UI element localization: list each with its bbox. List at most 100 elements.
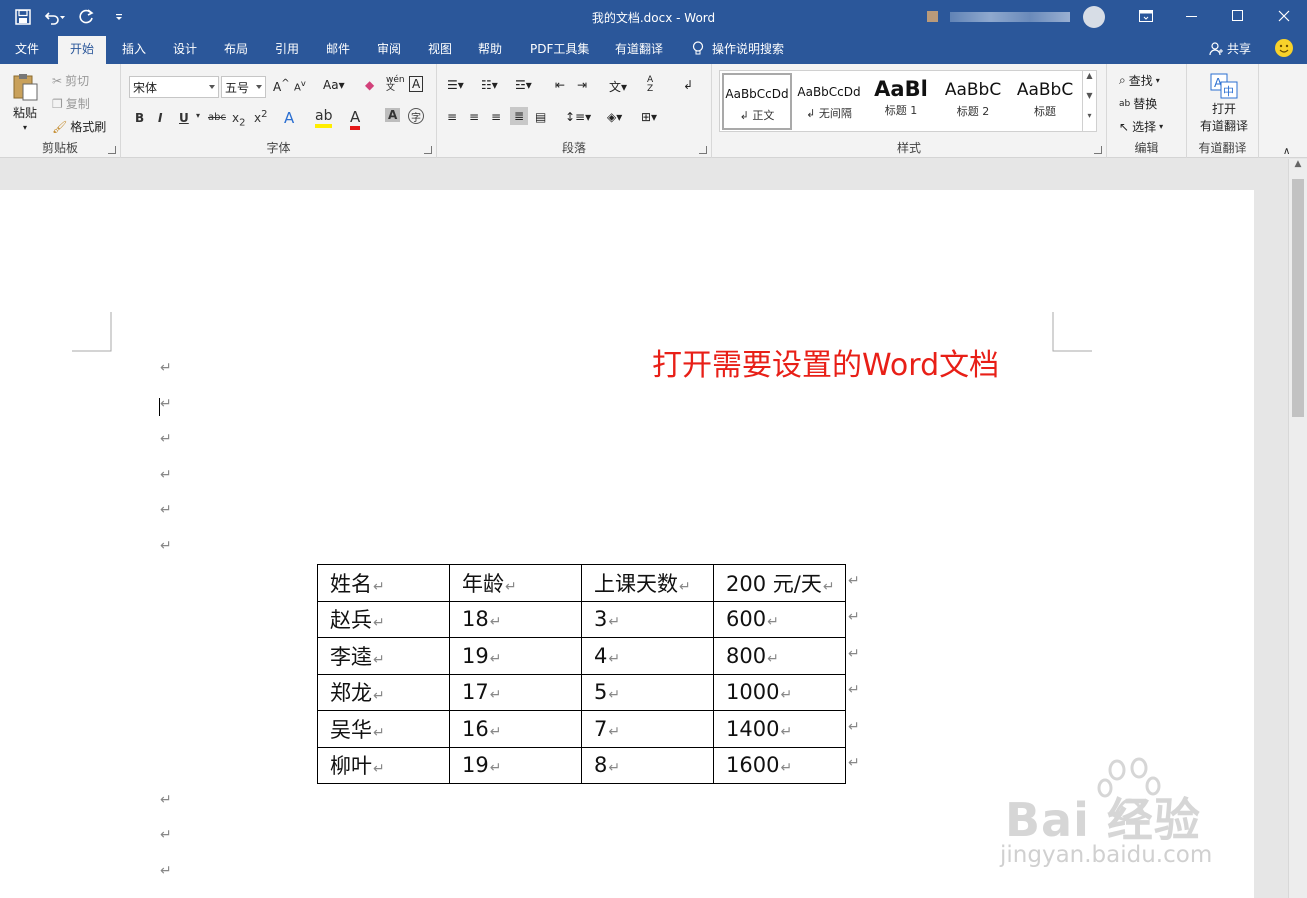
align-left-button[interactable]: ≡ bbox=[447, 110, 457, 124]
undo-icon[interactable] bbox=[44, 6, 66, 28]
ribbon-display-options-icon[interactable] bbox=[1123, 0, 1169, 32]
character-shading-button[interactable]: A bbox=[385, 108, 401, 122]
tell-me-search[interactable]: 操作说明搜索 bbox=[692, 40, 784, 57]
bold-button[interactable]: B bbox=[135, 111, 144, 125]
align-center-button[interactable]: ≡ bbox=[469, 110, 479, 124]
font-name-select[interactable]: 宋体 bbox=[129, 76, 219, 98]
phonetic-guide-button[interactable]: wén 文 bbox=[386, 76, 405, 93]
account-area[interactable] bbox=[925, 6, 1110, 28]
collapse-ribbon-icon[interactable]: ∧ bbox=[1283, 146, 1290, 157]
table-cell[interactable]: 16↵ bbox=[449, 710, 582, 748]
format-painter-button[interactable]: 🖌 格式刷 bbox=[52, 118, 106, 135]
feedback-smiley-icon[interactable] bbox=[1275, 39, 1293, 57]
vertical-scrollbar[interactable]: ▲ bbox=[1288, 159, 1307, 898]
table-cell[interactable]: 3↵ bbox=[581, 600, 714, 638]
maximize-icon[interactable] bbox=[1215, 0, 1261, 32]
customize-qat-icon[interactable] bbox=[108, 6, 130, 28]
increase-indent-button[interactable]: ⇥ bbox=[577, 78, 587, 92]
tab-file[interactable]: 文件 bbox=[15, 40, 39, 57]
shading-button[interactable]: ◈▾ bbox=[607, 110, 622, 124]
tab-review[interactable]: 审阅 bbox=[377, 40, 401, 57]
paragraph-launcher-icon[interactable] bbox=[699, 146, 707, 154]
table-cell[interactable]: 7↵ bbox=[581, 710, 714, 748]
enclose-characters-button[interactable]: 字 bbox=[408, 108, 424, 124]
multilevel-list-button[interactable]: ☲▾ bbox=[515, 78, 532, 92]
tab-pdf-tools[interactable]: PDF工具集 bbox=[530, 40, 589, 57]
highlight-button[interactable]: ab bbox=[315, 108, 333, 128]
tab-design[interactable]: 设计 bbox=[173, 40, 197, 57]
clipboard-launcher-icon[interactable] bbox=[108, 146, 116, 154]
underline-button[interactable]: U bbox=[179, 111, 189, 125]
open-youdao-button[interactable]: A中 打开 有道翻译 bbox=[1195, 72, 1253, 134]
style-no-spacing[interactable]: AaBbCcDd ↲ 无间隔 bbox=[794, 73, 864, 130]
borders-button[interactable]: ⊞▾ bbox=[641, 110, 657, 124]
table-cell[interactable]: 800↵ bbox=[713, 637, 846, 675]
replace-button[interactable]: ab 替换 bbox=[1119, 95, 1157, 112]
tab-layout[interactable]: 布局 bbox=[224, 40, 248, 57]
style-title[interactable]: AaBbC 标题 bbox=[1010, 73, 1080, 130]
table-cell[interactable]: 吴华↵ bbox=[317, 710, 450, 748]
table-cell[interactable]: 郑龙↵ bbox=[317, 673, 450, 711]
tab-youdao-translate[interactable]: 有道翻译 bbox=[615, 40, 663, 57]
tab-insert[interactable]: 插入 bbox=[122, 40, 146, 57]
change-case-button[interactable]: Aa▾ bbox=[323, 78, 345, 92]
distributed-button[interactable]: ▤ bbox=[535, 110, 546, 124]
share-button[interactable]: 共享 bbox=[1209, 40, 1251, 57]
table-cell[interactable]: 4↵ bbox=[581, 637, 714, 675]
table-cell[interactable]: 1400↵ bbox=[713, 710, 846, 748]
font-size-select[interactable]: 五号 bbox=[221, 76, 266, 98]
tab-view[interactable]: 视图 bbox=[428, 40, 452, 57]
font-color-button[interactable]: A bbox=[350, 108, 361, 130]
scrollbar-thumb[interactable] bbox=[1292, 179, 1304, 417]
clear-format-button[interactable]: ◆ bbox=[365, 78, 374, 92]
grow-font-button[interactable]: A^ bbox=[273, 78, 290, 94]
scroll-up-icon[interactable]: ▲ bbox=[1289, 159, 1307, 175]
find-button[interactable]: ⌕ 查找 ▾ bbox=[1119, 72, 1160, 89]
text-effects-button[interactable]: A bbox=[284, 109, 294, 127]
tab-mailings[interactable]: 邮件 bbox=[326, 40, 350, 57]
style-heading-1[interactable]: AaBl 标题 1 bbox=[866, 73, 936, 130]
justify-button[interactable]: ≣ bbox=[510, 107, 529, 125]
styles-more-icon[interactable]: ▾ bbox=[1083, 111, 1096, 131]
character-border-button[interactable]: A bbox=[409, 76, 424, 92]
table-cell[interactable]: 柳叶↵ bbox=[317, 746, 450, 784]
table-cell[interactable]: 19↵ bbox=[449, 637, 582, 675]
numbering-button[interactable]: ☷▾ bbox=[481, 78, 498, 92]
tab-home[interactable]: 开始 bbox=[58, 36, 107, 64]
table-cell[interactable]: 赵兵↵ bbox=[317, 600, 450, 638]
chinese-layout-button[interactable]: 文▾ bbox=[609, 78, 627, 95]
close-icon[interactable] bbox=[1261, 0, 1307, 32]
tab-help[interactable]: 帮助 bbox=[478, 40, 502, 57]
copy-button[interactable]: ❐ 复制 bbox=[52, 95, 90, 112]
align-right-button[interactable]: ≡ bbox=[491, 110, 501, 124]
underline-dropdown-icon[interactable]: ▾ bbox=[196, 111, 200, 120]
italic-button[interactable]: I bbox=[158, 111, 162, 125]
styles-scroll-up-icon[interactable]: ▲ bbox=[1083, 71, 1096, 91]
table-header-cell[interactable]: 200 元/天↵ bbox=[713, 564, 846, 602]
shrink-font-button[interactable]: Av bbox=[294, 78, 306, 93]
bullets-button[interactable]: ☰▾ bbox=[447, 78, 464, 92]
line-spacing-button[interactable]: ↕≡▾ bbox=[565, 110, 591, 124]
redo-icon[interactable] bbox=[76, 6, 98, 28]
cut-button[interactable]: ✂ 剪切 bbox=[52, 72, 89, 89]
style-heading-2[interactable]: AaBbC 标题 2 bbox=[938, 73, 1008, 130]
table-cell[interactable]: 18↵ bbox=[449, 600, 582, 638]
save-icon[interactable] bbox=[12, 6, 34, 28]
sort-button[interactable]: AZ bbox=[647, 76, 653, 94]
styles-launcher-icon[interactable] bbox=[1094, 146, 1102, 154]
strikethrough-button[interactable]: abc bbox=[208, 112, 226, 123]
table-cell[interactable]: 1000↵ bbox=[713, 673, 846, 711]
show-hide-marks-button[interactable]: ↲ bbox=[683, 78, 693, 92]
paste-button[interactable]: 粘贴 ▾ bbox=[10, 72, 40, 132]
decrease-indent-button[interactable]: ⇤ bbox=[555, 78, 565, 92]
font-launcher-icon[interactable] bbox=[424, 146, 432, 154]
table-cell[interactable]: 1600↵ bbox=[713, 746, 846, 784]
table-cell[interactable]: 17↵ bbox=[449, 673, 582, 711]
table-header-cell[interactable]: 上课天数↵ bbox=[581, 564, 714, 602]
paste-dropdown-icon[interactable]: ▾ bbox=[23, 123, 27, 132]
select-button[interactable]: ↖ 选择 ▾ bbox=[1119, 118, 1163, 135]
tab-references[interactable]: 引用 bbox=[275, 40, 299, 57]
minimize-icon[interactable] bbox=[1169, 0, 1215, 32]
table-header-cell[interactable]: 年龄↵ bbox=[449, 564, 582, 602]
table-cell[interactable]: 8↵ bbox=[581, 746, 714, 784]
